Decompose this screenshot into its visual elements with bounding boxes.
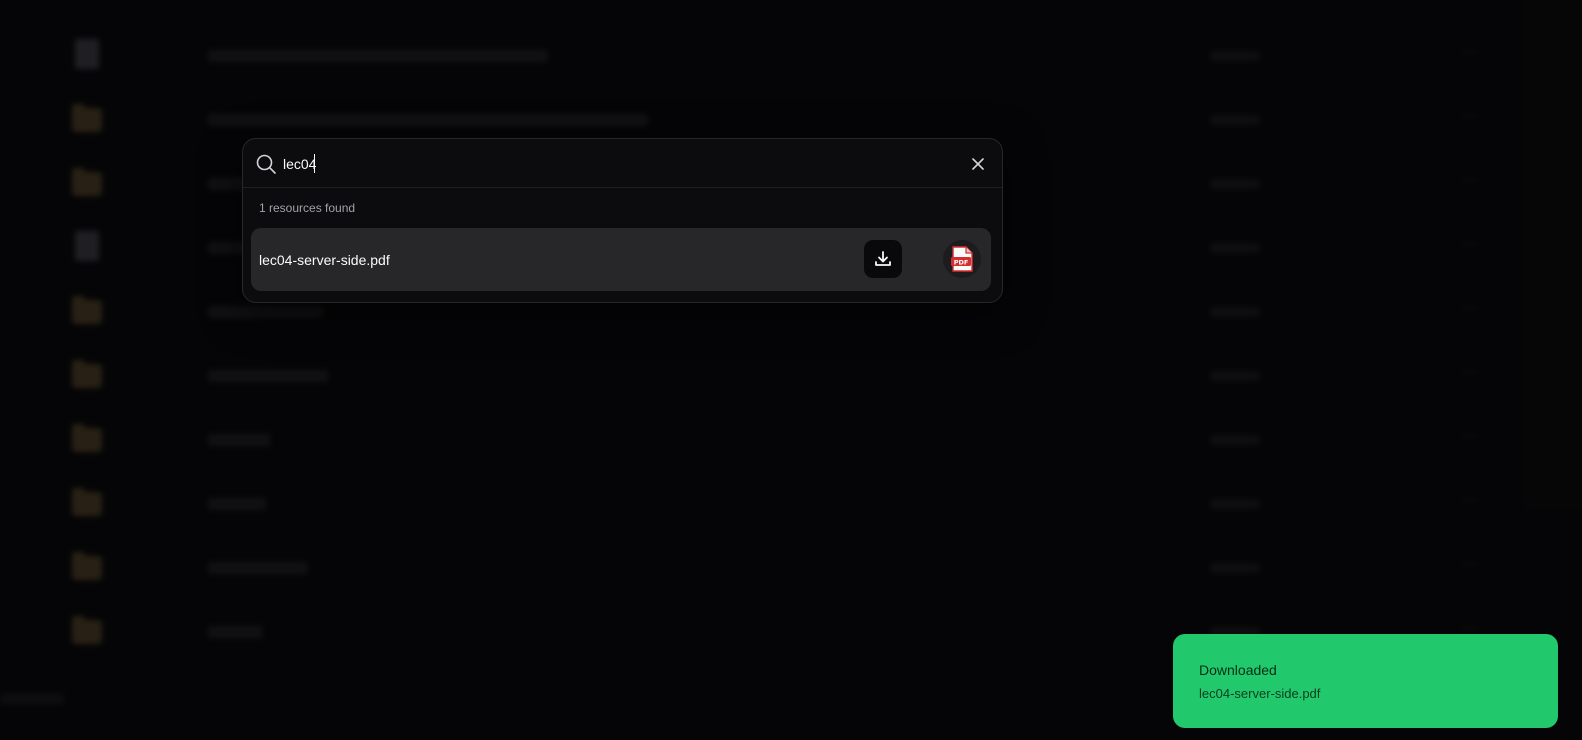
modal-overlay[interactable]	[0, 0, 1582, 740]
toast-title: Downloaded	[1199, 662, 1277, 678]
app-root: ⋯ ⋯ ⋯ ⋯ ⋯ ⋯ ⋯ ⋯ ⋯ ⋯ lec04 1 resources fo…	[0, 0, 1582, 740]
clear-search-button[interactable]	[968, 154, 988, 174]
close-icon	[972, 158, 984, 170]
text-caret	[314, 154, 315, 173]
search-input[interactable]	[283, 151, 963, 177]
pdf-file-icon: PDF	[943, 240, 981, 278]
toast-notification[interactable]: Downloaded lec04-server-side.pdf	[1173, 634, 1558, 728]
download-button[interactable]	[864, 240, 902, 278]
search-result-item[interactable]: lec04-server-side.pdf PDF	[251, 228, 991, 291]
result-file-name[interactable]: lec04-server-side.pdf	[259, 252, 390, 268]
download-icon	[875, 251, 891, 266]
pdf-badge-label: PDF	[954, 258, 969, 266]
toast-description: lec04-server-side.pdf	[1199, 686, 1321, 701]
search-dialog: 1 resources found lec04-server-side.pdf …	[242, 138, 1003, 303]
search-bar	[243, 139, 1002, 188]
results-count: 1 resources found	[259, 201, 356, 215]
search-icon	[255, 153, 277, 175]
